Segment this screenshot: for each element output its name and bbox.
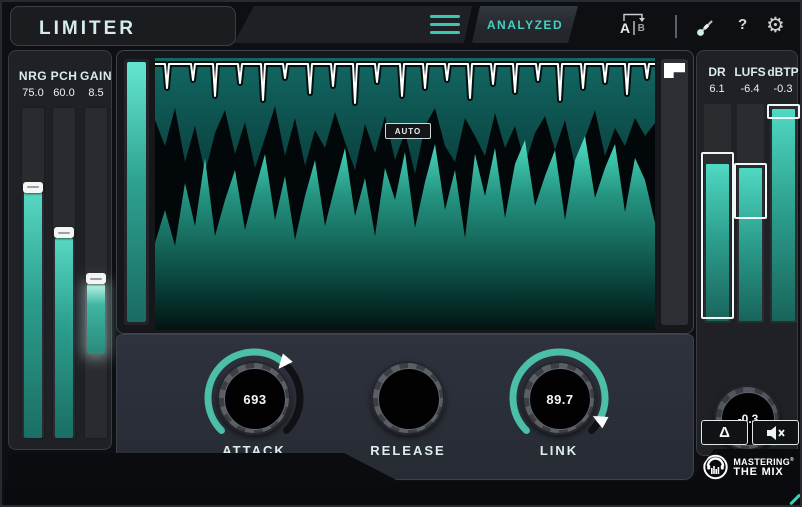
auto-label: AUTO — [394, 126, 422, 136]
ab-b-label: B — [637, 23, 645, 34]
meter-track-lufs — [734, 104, 767, 323]
menu-icon[interactable] — [430, 15, 460, 34]
meter-value-gain: 8.5 — [88, 87, 104, 99]
meter-fill-dbtp — [772, 109, 795, 321]
knob-value-release — [378, 368, 440, 430]
ab-a-label: A — [620, 20, 631, 36]
knob-body-release[interactable] — [371, 361, 445, 435]
meter-range-bracket-dbtp[interactable] — [767, 104, 800, 120]
meter-value-dbtp: -0.3 — [773, 83, 793, 95]
page-title: LIMITER — [39, 18, 136, 39]
knob-label-link: LINK — [539, 443, 579, 458]
slider-handle-pch[interactable] — [54, 227, 74, 239]
threshold-slider-handle[interactable] — [664, 63, 685, 78]
knob-body-link[interactable]: 89.7 — [522, 361, 596, 435]
input-level-fill — [127, 62, 146, 322]
meter-value-pch: 60.0 — [53, 87, 75, 99]
analyzed-label: ANALYZED — [486, 17, 564, 32]
threshold-slider[interactable] — [661, 59, 688, 325]
analyzed-tab[interactable]: ANALYZED — [472, 6, 578, 43]
waveform-chart — [155, 58, 655, 330]
knob-link[interactable]: 89.7 — [504, 343, 614, 453]
meter-value-nrg: 75.0 — [22, 87, 44, 99]
bottom-tray — [8, 453, 402, 483]
knob-attack[interactable]: 693 — [199, 343, 309, 453]
brand-text: MASTERING® THE MIX — [733, 457, 794, 478]
slider-handle-nrg[interactable] — [23, 181, 43, 193]
knob-value-link: 89.7 — [529, 368, 591, 430]
limiter-plugin-window: LIMITER ALL AROUND ANALYZED A B ? ⚙ NRG7… — [0, 0, 802, 507]
slider-track-nrg[interactable] — [21, 107, 45, 439]
toolbar-divider — [675, 15, 677, 38]
mute-speaker-icon — [766, 425, 785, 440]
waveform-display[interactable] — [155, 58, 655, 330]
knob-body-attack[interactable]: 693 — [217, 361, 291, 435]
meter-label-pch: PCH — [50, 69, 78, 83]
slider-fill-nrg — [24, 192, 42, 438]
delta-listen-button[interactable]: Δ — [701, 420, 748, 445]
meter-range-bracket-dr[interactable] — [701, 151, 734, 319]
slider-handle-gain[interactable] — [86, 273, 106, 284]
ab-divider — [633, 21, 635, 35]
slider-track-pch[interactable] — [52, 107, 76, 439]
title-panel: LIMITER — [10, 6, 236, 46]
slider-track-gain[interactable] — [84, 107, 108, 439]
meter-label-nrg: NRG — [18, 69, 48, 83]
meter-track-dbtp — [767, 104, 800, 323]
meter-range-bracket-lufs[interactable] — [734, 163, 767, 219]
delta-icon: Δ — [719, 424, 730, 441]
waveform-display-frame — [116, 50, 694, 334]
help-button[interactable]: ? — [738, 16, 747, 33]
slider-fill-gain — [87, 283, 105, 355]
mute-button[interactable] — [752, 420, 799, 445]
meter-label-dbtp: dBTP — [767, 65, 799, 79]
gear-icon[interactable]: ⚙ — [766, 12, 785, 40]
bottom-bar — [4, 481, 800, 505]
input-level-meter[interactable] — [124, 59, 149, 325]
knob-value-attack: 693 — [224, 368, 286, 430]
knob-release[interactable] — [353, 343, 463, 453]
ab-compare-button[interactable]: A B — [620, 13, 654, 41]
meter-label-gain: GAIN — [80, 69, 112, 83]
release-auto-button[interactable]: AUTO — [385, 123, 431, 139]
meter-track-dr — [701, 104, 734, 323]
knob-label-release: RELEASE — [370, 443, 446, 458]
input-controls-panel: NRG 75.0 PCH 60.0 GAIN 8.5 — [8, 50, 112, 450]
brush-icon[interactable] — [695, 17, 717, 39]
slider-fill-pch — [55, 238, 73, 438]
